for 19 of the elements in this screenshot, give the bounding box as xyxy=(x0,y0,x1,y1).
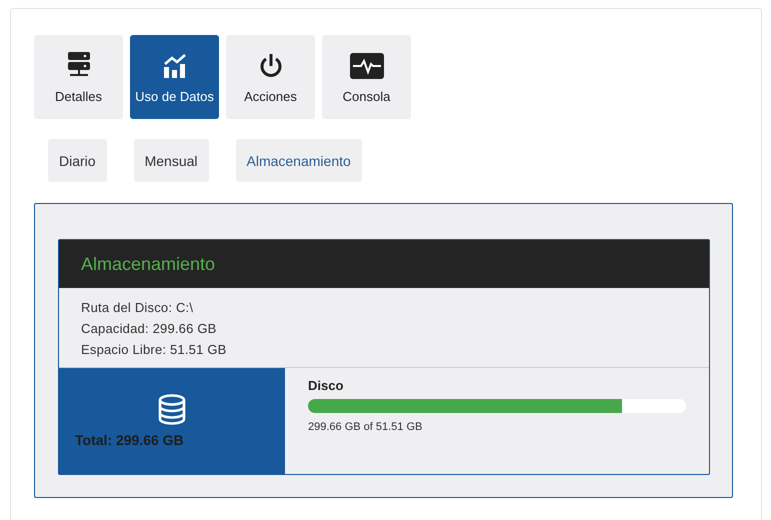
info-line: Ruta del Disco: C:\ xyxy=(81,300,194,315)
chart-icon xyxy=(162,53,186,79)
power-icon xyxy=(258,53,282,79)
tab[interactable]: Uso de Datos xyxy=(130,35,219,119)
disk-usage-reading: 299.66 GB of 51.51 GB xyxy=(308,421,424,433)
info-line: Espacio Libre: 51.51 GB xyxy=(81,342,228,357)
subtab[interactable]: Almacenamiento xyxy=(236,139,362,182)
total-label: Total: 299.66 GB xyxy=(75,432,184,448)
tab[interactable]: Detalles xyxy=(34,35,123,119)
info-line: Capacidad: 299.66 GB xyxy=(81,321,218,336)
database-icon xyxy=(158,394,186,425)
tab[interactable]: Consola xyxy=(322,35,411,119)
subtab[interactable]: Diario xyxy=(48,139,107,182)
subtab[interactable]: Mensual xyxy=(134,139,208,182)
server-icon xyxy=(66,51,90,79)
card-title: Almacenamiento xyxy=(81,254,216,274)
tab[interactable]: Acciones xyxy=(226,35,315,119)
disk-label: Disco xyxy=(308,378,344,393)
pulse-icon xyxy=(350,53,384,79)
